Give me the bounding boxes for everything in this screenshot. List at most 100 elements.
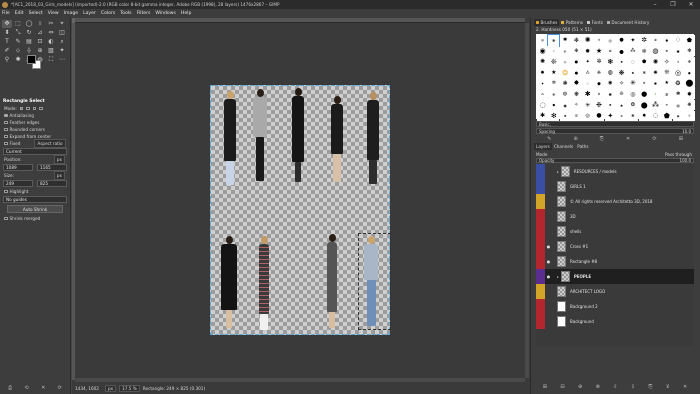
menu-view[interactable]: View — [48, 11, 59, 16]
layer-color-tag[interactable] — [536, 239, 545, 254]
brush-preview-icon[interactable]: ★ — [616, 99, 628, 111]
brush-preview-icon[interactable]: ❃ — [672, 88, 684, 100]
brush-preview-icon[interactable]: ❋ — [683, 99, 695, 111]
delete-brush-icon[interactable]: ✕ — [626, 136, 630, 142]
brush-preview-icon[interactable]: ◉ — [649, 56, 661, 68]
brush-preview-icon[interactable]: ✳ — [627, 78, 639, 89]
merge-layer-icon[interactable]: ⊻ — [666, 384, 670, 390]
shrink-merged-checkbox[interactable] — [4, 216, 8, 221]
brush-preview-icon[interactable]: ✺ — [559, 110, 571, 122]
align-tool-icon[interactable]: ⬍ — [2, 29, 12, 37]
flip-tool-icon[interactable]: ⇔ — [46, 29, 56, 37]
brush-preview-icon[interactable]: ◌ — [672, 35, 684, 46]
brush-preview-icon[interactable]: ❊ — [616, 88, 628, 100]
guides-dropdown[interactable]: No guides — [3, 196, 67, 203]
brush-preview-icon[interactable]: ⁂ — [537, 88, 548, 100]
brush-preview-icon[interactable]: ✱ — [672, 45, 684, 57]
brush-preview-icon[interactable]: ✲ — [616, 110, 628, 122]
brush-preview-icon[interactable]: ◎ — [559, 56, 571, 68]
menu-tools[interactable]: Tools — [120, 11, 131, 16]
layer-color-tag[interactable] — [536, 179, 545, 194]
brush-preview-icon[interactable]: ❉ — [683, 56, 695, 68]
brush-preview-icon[interactable]: ✸ — [638, 110, 650, 122]
layer-row[interactable]: ● ▸ PEOPLE — [536, 269, 694, 284]
brush-preview-icon[interactable]: ● — [616, 35, 628, 46]
brush-preview-icon[interactable]: ✺ — [537, 56, 548, 68]
edit-brush-icon[interactable]: ✎ — [547, 136, 551, 142]
brush-preview-icon[interactable]: ❋ — [570, 88, 582, 100]
tab-channels[interactable]: Channels — [552, 143, 575, 150]
brush-preview-icon[interactable]: ❃ — [604, 56, 616, 68]
maximize-button[interactable]: ❐ — [664, 0, 682, 9]
brush-preview-icon[interactable]: ◍ — [559, 88, 571, 100]
brush-preview-icon[interactable]: ❋ — [661, 45, 673, 57]
free-select-tool-icon[interactable]: ᛟ — [35, 20, 45, 28]
layer-color-tag[interactable] — [536, 284, 545, 299]
brush-preview-icon[interactable]: ⁂ — [582, 67, 594, 78]
image-canvas[interactable] — [210, 85, 391, 335]
layer-row[interactable]: © All rights reserved Architetto 3D, 201… — [536, 194, 694, 209]
move-down-icon[interactable]: ⇩ — [631, 384, 635, 390]
zoom-dropdown[interactable]: 17.5 % — [119, 385, 140, 392]
brush-preview-icon[interactable]: ⁂ — [649, 99, 661, 111]
brush-preview-icon[interactable]: ◍ — [649, 45, 661, 57]
brush-preview-icon[interactable]: ❃ — [627, 110, 639, 122]
brush-preview-icon[interactable]: ✧ — [616, 78, 628, 89]
layer-visibility-icon[interactable]: ● — [545, 274, 552, 279]
scale-tool-icon[interactable]: ⤡ — [13, 29, 23, 37]
heal-tool-icon[interactable]: ▧ — [46, 47, 56, 55]
brush-preview-icon[interactable]: ● — [593, 110, 605, 122]
open-brush-icon[interactable]: ⊞ — [679, 136, 683, 142]
menu-windows[interactable]: Windows — [155, 11, 176, 16]
brush-grid[interactable]: ◍ ❋ ✱ ✻ ✺ ❊ ◎ ● ✦ ✲ ❃ ✸ ◌ ⬟ ◉ ✧ ✳ ❉ ✹ ★ ❂ ⬤ ⁂ ❈ ◍ ❋ ✱ ✻ ✺ ❊ ◎ ● ✦ ✲ ❃ ✸ ◌ ⬟ ◉ ✧… — [536, 34, 695, 122]
brush-preview-icon[interactable]: ✲ — [661, 88, 673, 100]
zoom-tool-icon[interactable]: ⌕ — [57, 38, 67, 46]
vertical-ruler[interactable] — [72, 23, 75, 380]
clone-tool-icon[interactable]: ⊕ — [35, 47, 45, 55]
brush-preview-icon[interactable]: ◍ — [604, 67, 616, 78]
brush-preview-icon[interactable]: ❊ — [593, 35, 605, 46]
brush-preview-icon[interactable]: ✱ — [627, 67, 639, 78]
scissors-tool-icon[interactable]: ✂ — [46, 20, 56, 28]
brush-preview-icon[interactable]: ⬤ — [616, 45, 628, 57]
tab-layers[interactable]: Layers — [534, 143, 552, 150]
brush-preview-icon[interactable]: ❈ — [661, 99, 673, 111]
layer-row[interactable]: ARCHITECT LOGO — [536, 284, 694, 299]
shear-tool-icon[interactable]: ⊿ — [35, 29, 45, 37]
brush-preview-icon[interactable]: ✧ — [683, 110, 695, 122]
brush-preview-icon[interactable]: ✻ — [638, 67, 650, 78]
layer-color-tag[interactable] — [536, 314, 545, 329]
menu-filters[interactable]: Filters — [137, 11, 151, 16]
size-unit-dropdown[interactable]: px — [53, 171, 65, 180]
brush-preview-icon[interactable]: ⬟ — [661, 110, 673, 122]
brush-preview-icon[interactable]: ✹ — [537, 67, 548, 78]
brush-preview-icon[interactable]: ❂ — [604, 45, 616, 57]
antialiasing-checkbox[interactable] — [4, 113, 8, 118]
brush-preview-icon[interactable]: ❈ — [548, 88, 560, 100]
brush-preview-icon[interactable]: ★ — [548, 67, 560, 78]
layer-visibility-icon[interactable]: ● — [545, 244, 552, 249]
brush-preview-icon[interactable]: ❊ — [570, 110, 582, 122]
duplicate-brush-icon[interactable]: ⎘ — [600, 136, 604, 142]
layer-row[interactable]: Background 2 — [536, 299, 694, 314]
color-swatches[interactable] — [27, 55, 41, 69]
menu-file[interactable]: File — [2, 11, 10, 16]
layer-color-tag[interactable] — [536, 254, 545, 269]
brush-preview-icon[interactable]: ◉ — [604, 78, 616, 89]
brush-preview-icon[interactable]: ⬟ — [548, 99, 560, 111]
delete-layer-icon[interactable]: ✕ — [683, 384, 687, 390]
shrink-merged-option[interactable]: Shrink merged — [1, 215, 69, 222]
brush-preview-icon[interactable]: ✻ — [683, 45, 695, 57]
tab-paths[interactable]: Paths — [575, 143, 590, 150]
brush-preview-icon[interactable]: ✹ — [649, 78, 661, 89]
brush-preview-icon[interactable]: ❋ — [547, 34, 561, 47]
brush-preview-icon[interactable]: ◍ — [537, 35, 548, 46]
mode-add-icon[interactable] — [26, 106, 30, 111]
brush-preview-icon[interactable]: ⬟ — [638, 56, 650, 68]
brush-preview-icon[interactable]: ✻ — [593, 88, 605, 100]
brush-preview-icon[interactable]: ✻ — [548, 110, 560, 122]
brush-preview-icon[interactable]: ✸ — [661, 35, 673, 46]
restore-options-icon[interactable]: ⟲ — [25, 385, 29, 392]
brush-preview-icon[interactable]: ◉ — [537, 45, 548, 57]
auto-shrink-button[interactable]: Auto Shrink — [7, 205, 63, 213]
